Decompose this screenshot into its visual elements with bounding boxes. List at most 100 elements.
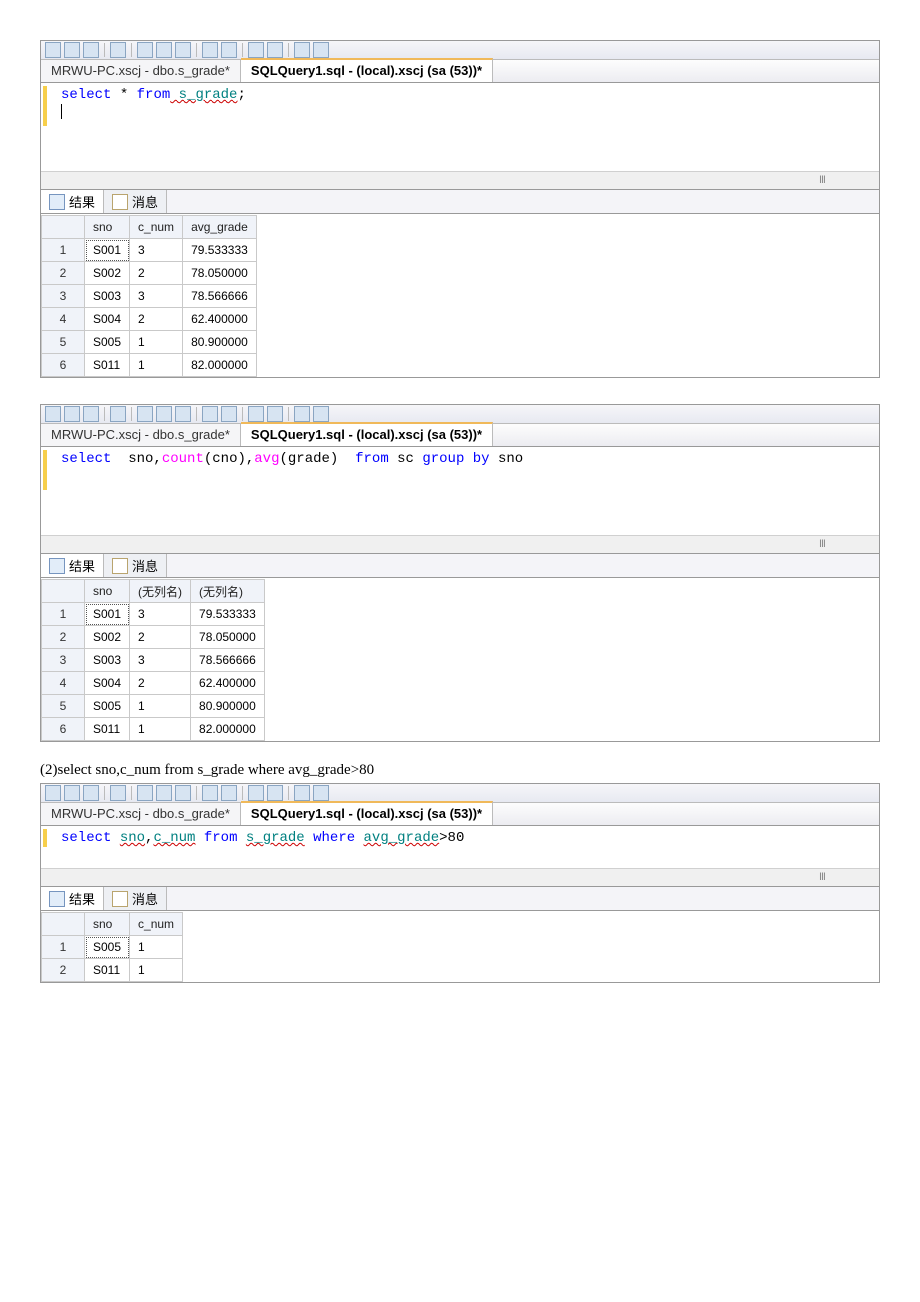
cell[interactable]: S003 bbox=[85, 285, 130, 308]
cell[interactable]: 78.050000 bbox=[191, 626, 265, 649]
cell[interactable]: 2 bbox=[130, 626, 191, 649]
cell[interactable]: 1 bbox=[130, 936, 183, 959]
col-header[interactable]: sno bbox=[85, 216, 130, 239]
cell[interactable]: 80.900000 bbox=[191, 695, 265, 718]
toolbar-icon[interactable] bbox=[221, 785, 237, 801]
cell[interactable]: 1 bbox=[130, 718, 191, 741]
cell[interactable]: S003 bbox=[85, 649, 130, 672]
table-row[interactable]: 5S005180.900000 bbox=[42, 331, 257, 354]
table-row[interactable]: 2S002278.050000 bbox=[42, 626, 265, 649]
table-row[interactable]: 2S0111 bbox=[42, 959, 183, 982]
tab-sgrade[interactable]: MRWU-PC.xscj - dbo.s_grade* bbox=[41, 803, 241, 825]
toolbar-icon[interactable] bbox=[202, 42, 218, 58]
toolbar-icon[interactable] bbox=[156, 785, 172, 801]
toolbar-icon[interactable] bbox=[110, 42, 126, 58]
results-grid-3[interactable]: sno c_num 1S0051 2S0111 bbox=[41, 912, 183, 982]
cell[interactable]: S004 bbox=[85, 672, 130, 695]
table-row[interactable]: 2S002278.050000 bbox=[42, 262, 257, 285]
cell[interactable]: S001 bbox=[85, 603, 130, 626]
cell[interactable]: 3 bbox=[130, 285, 183, 308]
table-row[interactable]: 6S011182.000000 bbox=[42, 718, 265, 741]
toolbar-icon[interactable] bbox=[313, 406, 329, 422]
cell[interactable]: S011 bbox=[85, 354, 130, 377]
cell[interactable]: 1 bbox=[130, 695, 191, 718]
col-header[interactable]: c_num bbox=[130, 913, 183, 936]
toolbar-icon[interactable] bbox=[137, 406, 153, 422]
toolbar-icon[interactable] bbox=[45, 785, 61, 801]
table-row[interactable]: 6S011182.000000 bbox=[42, 354, 257, 377]
cell[interactable]: 80.900000 bbox=[183, 331, 257, 354]
tab-messages[interactable]: 消息 bbox=[104, 887, 167, 910]
tab-sgrade[interactable]: MRWU-PC.xscj - dbo.s_grade* bbox=[41, 60, 241, 82]
toolbar-icon[interactable] bbox=[83, 406, 99, 422]
tab-sqlquery[interactable]: SQLQuery1.sql - (local).xscj (sa (53))* bbox=[241, 422, 493, 446]
toolbar-icon[interactable] bbox=[313, 785, 329, 801]
tab-sqlquery[interactable]: SQLQuery1.sql - (local).xscj (sa (53))* bbox=[241, 58, 493, 82]
toolbar-icon[interactable] bbox=[267, 42, 283, 58]
toolbar-icon[interactable] bbox=[64, 785, 80, 801]
toolbar-icon[interactable] bbox=[110, 406, 126, 422]
toolbar-icon[interactable] bbox=[45, 42, 61, 58]
table-row[interactable]: 4S004262.400000 bbox=[42, 308, 257, 331]
col-header[interactable]: (无列名) bbox=[130, 580, 191, 603]
toolbar-icon[interactable] bbox=[156, 42, 172, 58]
cell[interactable]: 79.533333 bbox=[183, 239, 257, 262]
table-row[interactable]: 4S004262.400000 bbox=[42, 672, 265, 695]
table-row[interactable]: 3S003378.566666 bbox=[42, 649, 265, 672]
col-header[interactable]: (无列名) bbox=[191, 580, 265, 603]
toolbar-icon[interactable] bbox=[156, 406, 172, 422]
toolbar-icon[interactable] bbox=[83, 42, 99, 58]
tab-sqlquery[interactable]: SQLQuery1.sql - (local).xscj (sa (53))* bbox=[241, 801, 493, 825]
cell[interactable]: 1 bbox=[130, 331, 183, 354]
toolbar-icon[interactable] bbox=[202, 406, 218, 422]
toolbar-icon[interactable] bbox=[137, 42, 153, 58]
cell[interactable]: 82.000000 bbox=[191, 718, 265, 741]
cell[interactable]: 79.533333 bbox=[191, 603, 265, 626]
toolbar-icon[interactable] bbox=[64, 42, 80, 58]
editor-scrollbar[interactable]: Ⅲ bbox=[41, 171, 879, 189]
tab-messages[interactable]: 消息 bbox=[104, 190, 167, 213]
toolbar-icon[interactable] bbox=[294, 406, 310, 422]
col-header[interactable]: sno bbox=[85, 580, 130, 603]
cell[interactable]: 62.400000 bbox=[183, 308, 257, 331]
tab-results[interactable]: 结果 bbox=[41, 190, 104, 213]
editor-scrollbar[interactable]: Ⅲ bbox=[41, 535, 879, 553]
cell[interactable]: S011 bbox=[85, 718, 130, 741]
cell[interactable]: S004 bbox=[85, 308, 130, 331]
editor-scrollbar[interactable]: Ⅲ bbox=[41, 868, 879, 886]
results-grid-2[interactable]: sno (无列名) (无列名) 1 S001379.533333 2S002278… bbox=[41, 579, 265, 741]
sql-editor[interactable]: select sno,count(cno),avg(grade) from sc… bbox=[41, 447, 879, 535]
toolbar-icon[interactable] bbox=[248, 42, 264, 58]
toolbar-icon[interactable] bbox=[64, 406, 80, 422]
cell[interactable]: 2 bbox=[130, 308, 183, 331]
cell[interactable]: S005 bbox=[85, 331, 130, 354]
toolbar-icon[interactable] bbox=[267, 785, 283, 801]
cell[interactable]: 3 bbox=[130, 649, 191, 672]
cell[interactable]: 78.566666 bbox=[191, 649, 265, 672]
cell[interactable]: S005 bbox=[85, 936, 130, 959]
cell[interactable]: S005 bbox=[85, 695, 130, 718]
toolbar-icon[interactable] bbox=[294, 42, 310, 58]
cell[interactable]: 82.000000 bbox=[183, 354, 257, 377]
toolbar-icon[interactable] bbox=[267, 406, 283, 422]
sql-editor[interactable]: select sno,c_num from s_grade where avg_… bbox=[41, 826, 879, 868]
cell[interactable]: 3 bbox=[130, 603, 191, 626]
toolbar-icon[interactable] bbox=[110, 785, 126, 801]
cell[interactable]: 62.400000 bbox=[191, 672, 265, 695]
cell[interactable]: S011 bbox=[85, 959, 130, 982]
toolbar-icon[interactable] bbox=[221, 406, 237, 422]
toolbar-icon[interactable] bbox=[83, 785, 99, 801]
col-header[interactable]: c_num bbox=[130, 216, 183, 239]
cell[interactable]: S002 bbox=[85, 262, 130, 285]
tab-messages[interactable]: 消息 bbox=[104, 554, 167, 577]
cell[interactable]: 1 bbox=[130, 354, 183, 377]
table-row[interactable]: 5S005180.900000 bbox=[42, 695, 265, 718]
cell[interactable]: 3 bbox=[130, 239, 183, 262]
tab-sgrade[interactable]: MRWU-PC.xscj - dbo.s_grade* bbox=[41, 424, 241, 446]
table-row[interactable]: 1S0051 bbox=[42, 936, 183, 959]
cell[interactable]: S001 bbox=[85, 239, 130, 262]
col-header[interactable]: avg_grade bbox=[183, 216, 257, 239]
toolbar-icon[interactable] bbox=[221, 42, 237, 58]
col-header[interactable]: sno bbox=[85, 913, 130, 936]
toolbar-icon[interactable] bbox=[137, 785, 153, 801]
